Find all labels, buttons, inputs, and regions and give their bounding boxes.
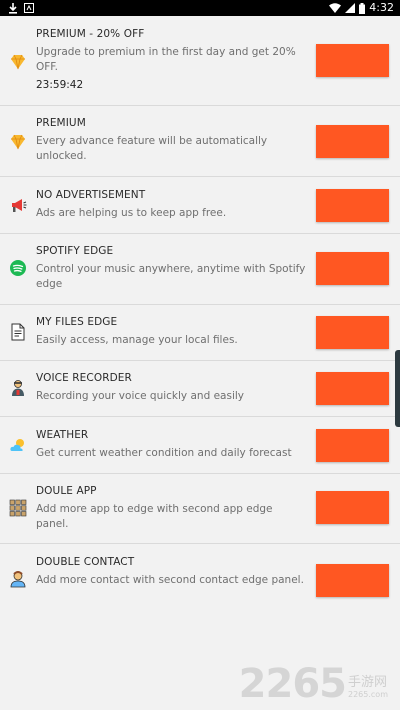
item-title: MY FILES EDGE bbox=[36, 316, 118, 328]
file-icon bbox=[9, 323, 27, 341]
watermark-url: 2265.com bbox=[348, 690, 388, 699]
double-app-button[interactable] bbox=[316, 491, 389, 524]
list-item: PREMIUM - 20% OFF Upgrade to premium in … bbox=[0, 16, 400, 106]
edge-panel-handle[interactable] bbox=[395, 350, 400, 427]
spotify-edge-button[interactable] bbox=[316, 252, 389, 285]
item-title: VOICE RECORDER bbox=[36, 372, 132, 384]
item-description: Upgrade to premium in the first day and … bbox=[36, 46, 296, 73]
item-title: DOULE APP bbox=[36, 485, 97, 497]
diamond-icon bbox=[9, 53, 27, 71]
notification-icon bbox=[24, 3, 34, 13]
item-description: Easily access, manage your local files. bbox=[36, 334, 238, 346]
list-item: VOICE RECORDER Recording your voice quic… bbox=[0, 361, 400, 417]
download-icon bbox=[8, 2, 18, 14]
recorder-icon bbox=[9, 379, 27, 397]
item-title: PREMIUM - 20% OFF bbox=[36, 28, 145, 40]
status-bar: 4:32 bbox=[0, 0, 400, 16]
list-item: MY FILES EDGE Easily access, manage your… bbox=[0, 305, 400, 361]
diamond-icon bbox=[9, 133, 27, 151]
item-description: Recording your voice quickly and easily bbox=[36, 390, 244, 402]
buy-premium-discount-button[interactable] bbox=[316, 44, 389, 77]
countdown-timer: 23:59:42 bbox=[36, 79, 84, 91]
spotify-icon bbox=[9, 259, 27, 277]
wifi-icon bbox=[329, 3, 342, 13]
list-item: NO ADVERTISEMENT Ads are helping us to k… bbox=[0, 177, 400, 234]
watermark-number: 2265 bbox=[238, 661, 347, 707]
watermark-label: 手游网 bbox=[348, 675, 388, 690]
double-contact-button[interactable] bbox=[316, 564, 389, 597]
list-item: PREMIUM Every advance feature will be au… bbox=[0, 106, 400, 177]
item-description: Add more app to edge with second app edg… bbox=[36, 503, 273, 530]
item-description: Add more contact with second contact edg… bbox=[36, 574, 304, 586]
site-watermark: 2265 手游网 2265.com bbox=[239, 664, 388, 704]
item-description: Get current weather condition and daily … bbox=[36, 447, 292, 459]
item-description: Ads are helping us to keep app free. bbox=[36, 207, 227, 219]
contact-icon bbox=[9, 570, 27, 588]
item-title: SPOTIFY EDGE bbox=[36, 245, 114, 257]
app-grid-icon bbox=[9, 499, 27, 517]
item-title: DOUBLE CONTACT bbox=[36, 556, 135, 568]
weather-button[interactable] bbox=[316, 429, 389, 462]
buy-premium-button[interactable] bbox=[316, 125, 389, 158]
list-item: WEATHER Get current weather condition an… bbox=[0, 417, 400, 474]
list-item: DOUBLE CONTACT Add more contact with sec… bbox=[0, 544, 400, 616]
watermark-caption: 手游网 2265.com bbox=[348, 676, 388, 700]
my-files-edge-button[interactable] bbox=[316, 316, 389, 349]
item-description: Control your music anywhere, anytime wit… bbox=[36, 263, 306, 290]
list-item: DOULE APP Add more app to edge with seco… bbox=[0, 474, 400, 544]
item-title: NO ADVERTISEMENT bbox=[36, 189, 146, 201]
battery-icon bbox=[359, 2, 366, 14]
item-description: Every advance feature will be automatica… bbox=[36, 135, 268, 162]
signal-icon bbox=[345, 3, 356, 13]
item-title: WEATHER bbox=[36, 429, 89, 441]
voice-recorder-button[interactable] bbox=[316, 372, 389, 405]
weather-icon bbox=[9, 436, 27, 454]
remove-ads-button[interactable] bbox=[316, 189, 389, 222]
megaphone-icon bbox=[9, 196, 27, 214]
status-time: 4:32 bbox=[369, 1, 394, 14]
item-title: PREMIUM bbox=[36, 117, 86, 129]
list-item: SPOTIFY EDGE Control your music anywhere… bbox=[0, 234, 400, 305]
